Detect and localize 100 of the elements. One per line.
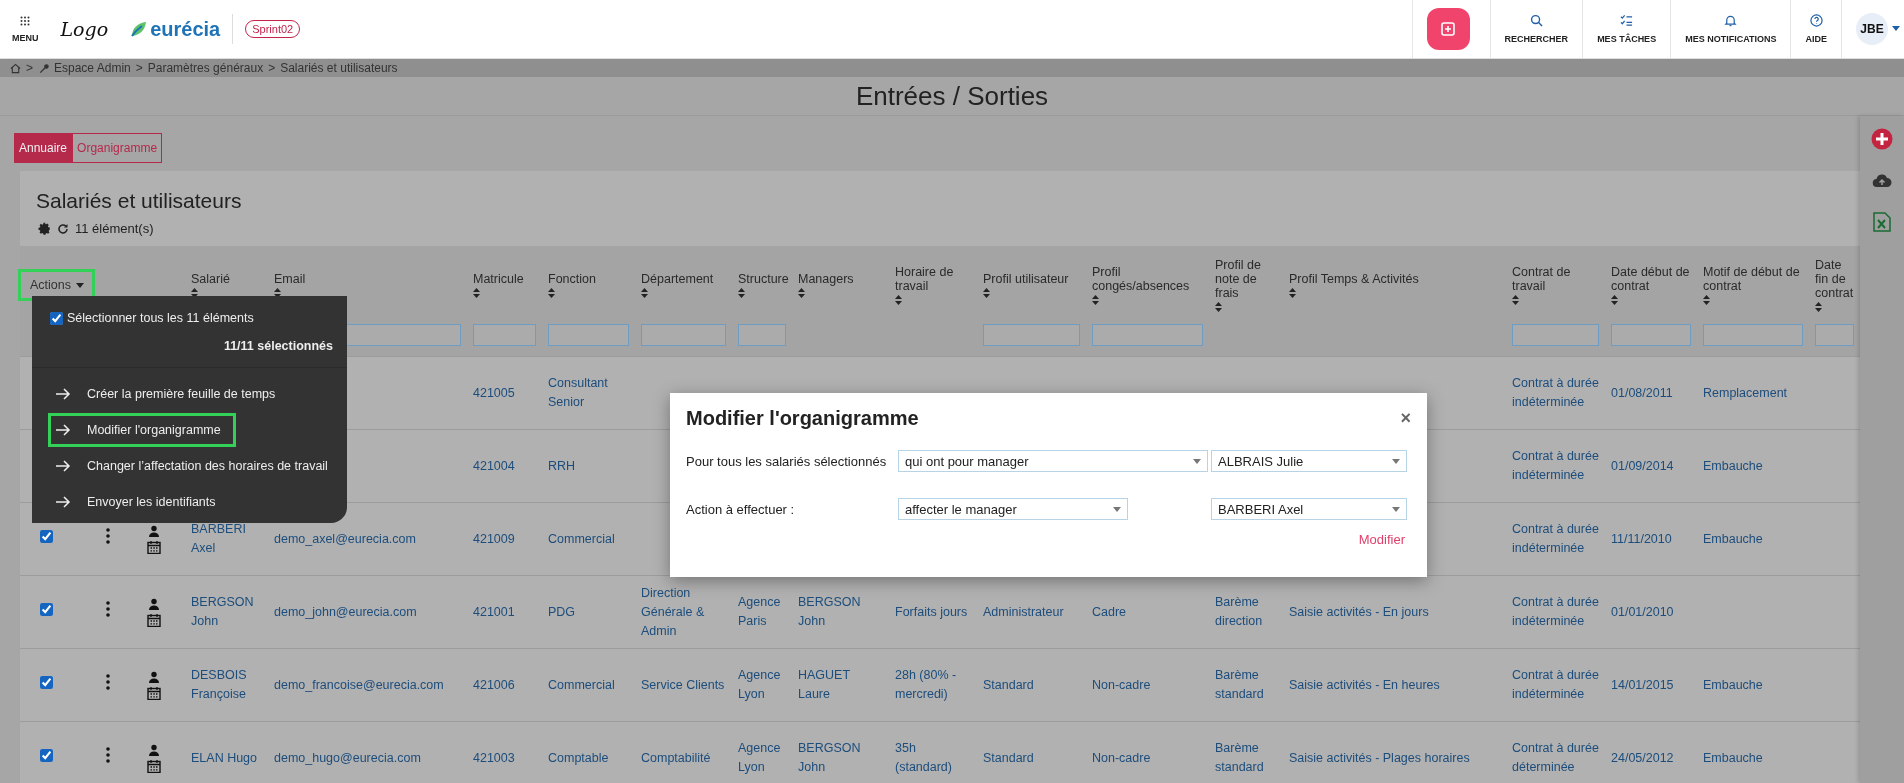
- settings-icon[interactable]: [38, 222, 51, 235]
- column-header[interactable]: Profil de note de frais: [1215, 258, 1277, 300]
- sort-icon[interactable]: [1092, 295, 1099, 305]
- nav-item[interactable]: MES NOTIFICATIONS: [1670, 0, 1791, 58]
- person-icon[interactable]: [148, 670, 160, 683]
- table-cell: Saisie activités - Plages horaires: [1289, 750, 1470, 765]
- more-vertical-icon[interactable]: [106, 528, 110, 544]
- row-checkbox[interactable]: [40, 748, 53, 762]
- sort-icon[interactable]: [1215, 302, 1222, 312]
- menu-item[interactable]: Créer la première feuille de temps: [48, 377, 291, 411]
- sort-icon[interactable]: [1289, 288, 1296, 298]
- filter-field[interactable]: [983, 324, 1080, 346]
- sort-icon[interactable]: [983, 288, 990, 298]
- column-header[interactable]: Date fin de contrat: [1815, 258, 1854, 300]
- more-vertical-icon[interactable]: [106, 674, 110, 690]
- column-header[interactable]: Profil Temps & Activités: [1289, 272, 1500, 286]
- column-header[interactable]: Date début de contrat: [1611, 265, 1691, 293]
- more-vertical-icon[interactable]: [106, 601, 110, 617]
- calendar-icon[interactable]: [147, 685, 161, 700]
- column-header[interactable]: Structure: [738, 272, 786, 286]
- calendar-icon[interactable]: [147, 539, 161, 554]
- filter-field[interactable]: [548, 324, 629, 346]
- nav-item[interactable]: AIDE: [1790, 0, 1841, 58]
- refresh-icon[interactable]: [57, 222, 69, 235]
- table-cell: Embauche: [1703, 750, 1763, 765]
- sort-icon[interactable]: [548, 288, 555, 298]
- table-cell: 01/09/2014: [1611, 458, 1674, 473]
- filter-field[interactable]: [641, 324, 726, 346]
- column-header[interactable]: Département: [641, 272, 726, 286]
- table-cell: 24/05/2012: [1611, 750, 1674, 765]
- row-checkbox[interactable]: [40, 602, 53, 616]
- add-icon[interactable]: [1871, 128, 1893, 150]
- column-header[interactable]: Horaire de travail: [895, 265, 971, 293]
- filter-field[interactable]: [473, 324, 536, 346]
- row-checkbox[interactable]: [40, 675, 53, 689]
- cloud-upload-icon[interactable]: [1872, 174, 1892, 188]
- calendar-icon[interactable]: [147, 612, 161, 627]
- modify-button[interactable]: Modifier: [1358, 532, 1405, 547]
- menu-button[interactable]: MENU: [12, 15, 39, 43]
- menu-item[interactable]: Modifier l'organigramme: [48, 413, 236, 447]
- table-cell: Consultant Senior: [548, 376, 608, 409]
- column-header[interactable]: Profil congés/absences: [1092, 265, 1203, 293]
- sort-icon[interactable]: [641, 288, 648, 298]
- sort-icon[interactable]: [1703, 295, 1710, 305]
- help-icon: [1809, 14, 1823, 27]
- table-cell: Non-cadre: [1092, 677, 1151, 692]
- menu-item[interactable]: Envoyer les identifiants: [48, 485, 231, 519]
- add-button[interactable]: [1426, 8, 1470, 50]
- column-header[interactable]: Matricule: [473, 272, 536, 286]
- person-icon[interactable]: [148, 597, 160, 610]
- column-header[interactable]: Managers: [798, 272, 883, 286]
- column-header[interactable]: Email: [274, 272, 461, 286]
- select-field[interactable]: BARBERI Axel: [1211, 498, 1407, 520]
- filter-field[interactable]: [1512, 324, 1599, 346]
- sort-icon[interactable]: [1512, 295, 1519, 305]
- table-cell: DESBOIS Françoise: [191, 668, 247, 701]
- caret-icon[interactable]: [1892, 26, 1900, 32]
- column-header[interactable]: Fonction: [548, 272, 629, 286]
- tab[interactable]: Annuaire: [14, 133, 73, 163]
- user-avatar[interactable]: JBE: [1856, 13, 1888, 45]
- caret-icon: [1193, 458, 1201, 464]
- column-header[interactable]: Motif de début de contrat: [1703, 265, 1803, 293]
- menu-item[interactable]: Changer l’affectation des horaires de travail: [48, 449, 343, 483]
- column-header[interactable]: Contrat de travail: [1512, 265, 1599, 293]
- table-cell: demo_hugo@eurecia.com: [274, 750, 421, 765]
- table-cell: Standard: [983, 677, 1034, 692]
- nav-item[interactable]: RECHERCHER: [1489, 0, 1583, 58]
- table-cell: Comptable: [548, 750, 609, 765]
- column-header[interactable]: Salarié: [191, 272, 262, 286]
- filter-field[interactable]: [1815, 324, 1854, 346]
- sort-icon[interactable]: [473, 288, 480, 298]
- sort-icon[interactable]: [274, 288, 281, 298]
- filter-field[interactable]: [738, 324, 786, 346]
- more-vertical-icon[interactable]: [106, 747, 110, 763]
- person-icon[interactable]: [148, 743, 160, 756]
- sort-icon[interactable]: [738, 288, 745, 298]
- calendar-icon[interactable]: [147, 758, 161, 773]
- close-button[interactable]: ×: [1400, 408, 1411, 429]
- spreadsheet-icon[interactable]: [1873, 212, 1891, 232]
- column-header[interactable]: Profil utilisateur: [983, 272, 1080, 286]
- row-checkbox[interactable]: [40, 529, 53, 543]
- home-icon[interactable]: [10, 62, 21, 74]
- sort-icon[interactable]: [895, 295, 902, 305]
- breadcrumb-link[interactable]: Salariés et utilisateurs: [280, 61, 398, 75]
- checkbox-label[interactable]: Sélectionner tous les 11 éléments: [67, 311, 254, 325]
- person-icon[interactable]: [148, 524, 160, 537]
- nav-item[interactable]: MES TÂCHES: [1582, 0, 1671, 58]
- select-field[interactable]: ALBRAIS Julie: [1211, 450, 1407, 472]
- select-field[interactable]: qui ont pour manager: [898, 450, 1208, 472]
- sort-icon[interactable]: [1815, 302, 1822, 312]
- filter-field[interactable]: [1703, 324, 1803, 346]
- select-all-checkbox[interactable]: [50, 311, 63, 325]
- sort-icon[interactable]: [1611, 295, 1618, 305]
- breadcrumb-link[interactable]: Paramètres généraux: [147, 61, 264, 75]
- filter-field[interactable]: [1611, 324, 1691, 346]
- breadcrumb-link[interactable]: Espace Admin: [54, 61, 131, 75]
- sort-icon[interactable]: [191, 288, 198, 298]
- select-field[interactable]: affecter le manager: [898, 498, 1128, 520]
- filter-field[interactable]: [1092, 324, 1203, 346]
- sort-icon[interactable]: [798, 288, 805, 298]
